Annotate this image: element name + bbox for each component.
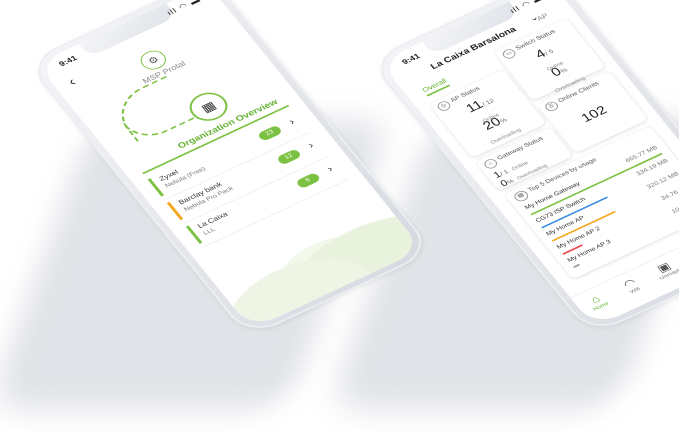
- status-time: 9:41: [400, 51, 422, 67]
- usage-icon: ▤: [511, 189, 531, 204]
- status-time: 9:41: [57, 53, 79, 69]
- back-icon[interactable]: ‹: [65, 75, 79, 89]
- org-plan: LLL: [202, 226, 217, 237]
- tab-overall[interactable]: Overall: [420, 77, 451, 97]
- chevron-right-icon: ›: [286, 115, 298, 127]
- site-count-badge: 12: [275, 148, 303, 166]
- chevron-right-icon: ›: [305, 139, 317, 151]
- chevron-right-icon: ›: [324, 163, 336, 175]
- site-count-badge: 23: [256, 124, 284, 142]
- signal-wifi-battery-icon: ıll ◠ ▬: [164, 0, 203, 17]
- clients-icon: ☰: [543, 99, 561, 113]
- usage-bar: [572, 263, 581, 268]
- notch: [78, 3, 177, 58]
- online-clients-value: 102: [578, 103, 611, 126]
- site-count-badge: 8: [295, 171, 322, 190]
